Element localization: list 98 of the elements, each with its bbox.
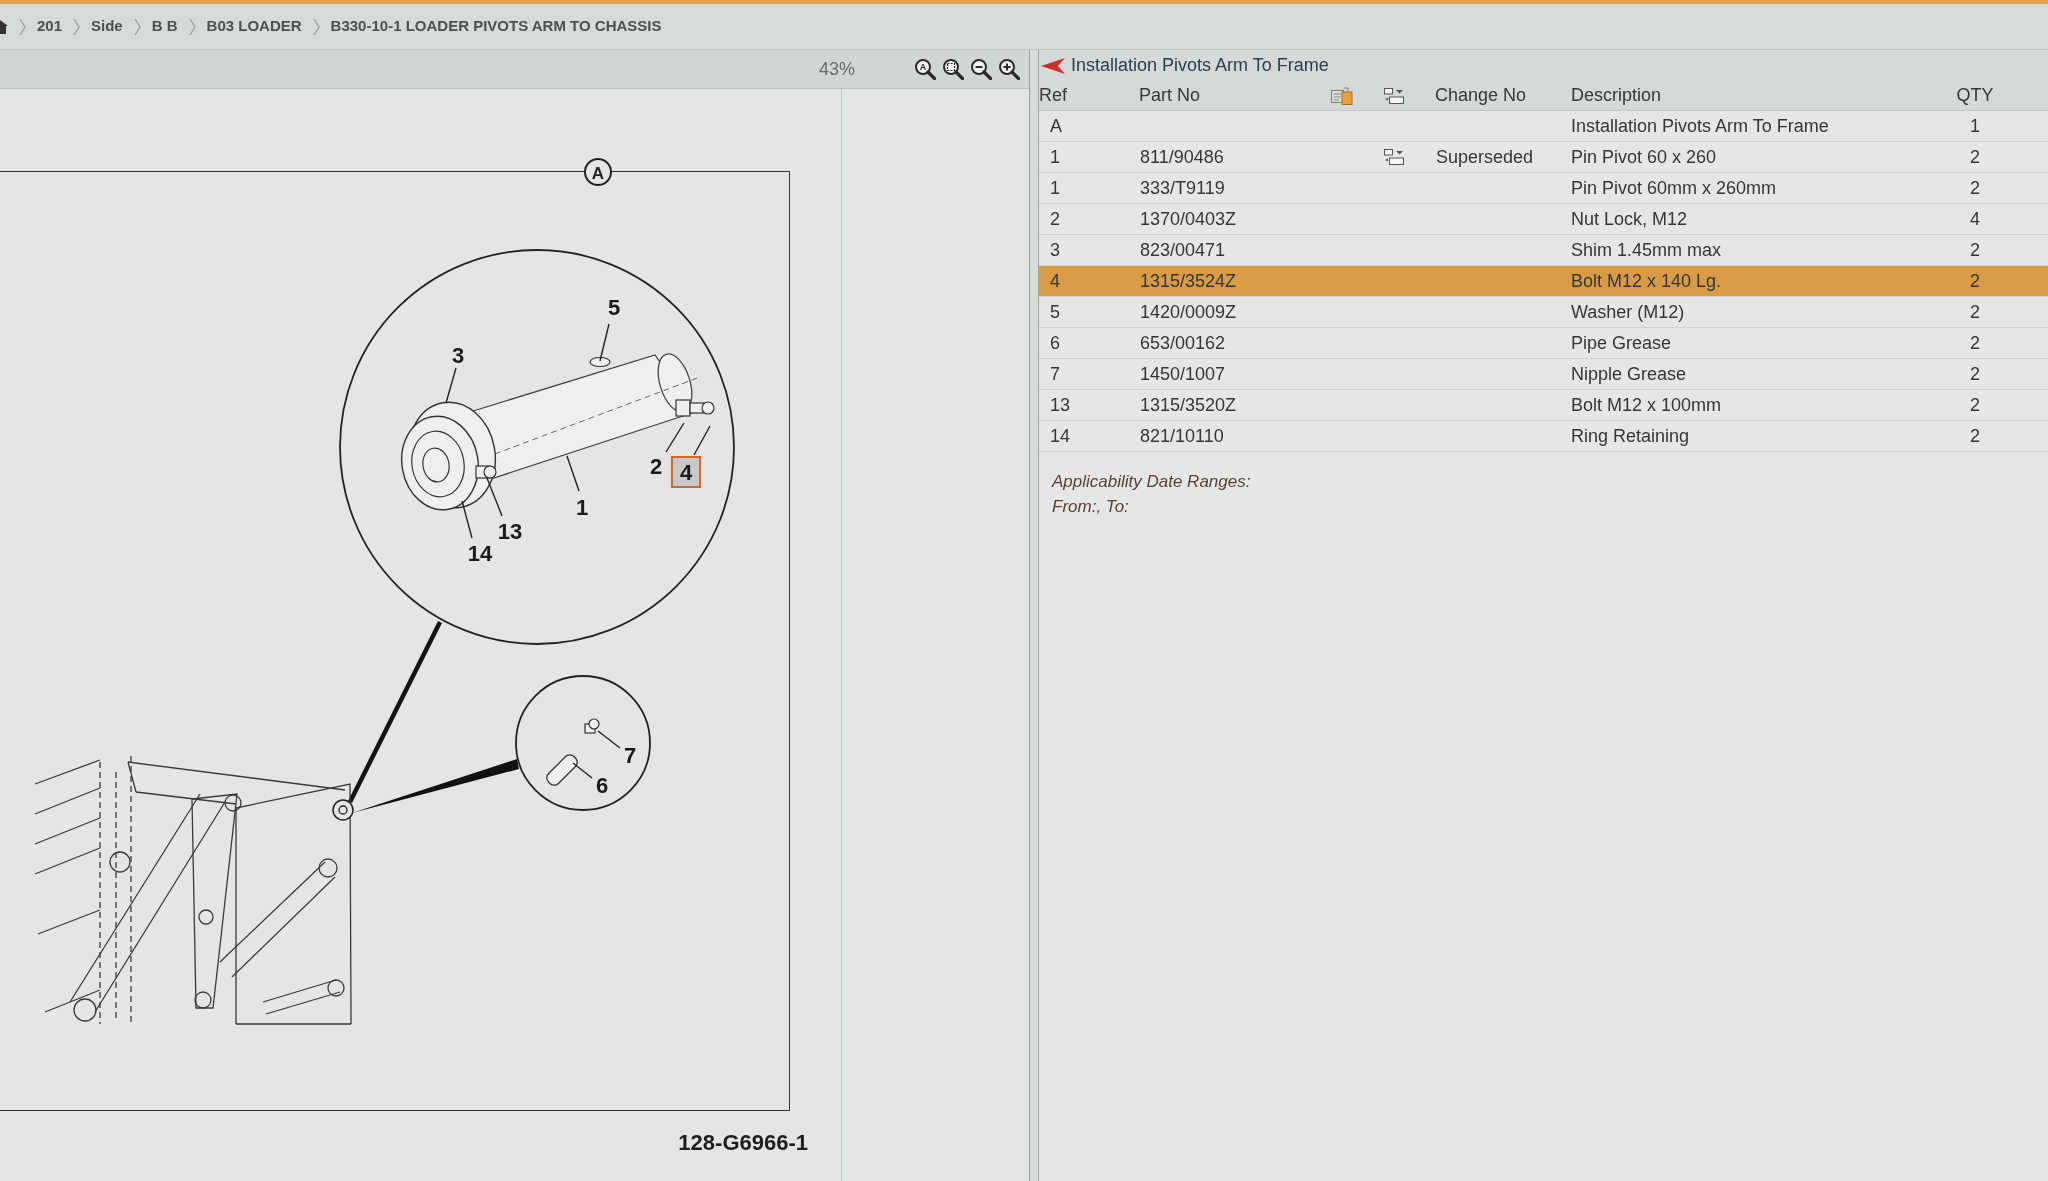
table-cell: Pipe Grease xyxy=(1571,332,1672,353)
leader-line xyxy=(445,367,457,404)
table-cell: Bolt M12 x 140 Lg. xyxy=(1571,270,1722,291)
callout-number[interactable]: 6 xyxy=(595,772,609,798)
zoom-in-icon[interactable] xyxy=(998,58,1020,80)
breadcrumb-link[interactable]: Side xyxy=(91,15,123,38)
table-cell: Shim 1.45mm max xyxy=(1571,239,1722,260)
table-row[interactable]: 4 1315/3524Z Bolt M12 x 140 Lg. 2 xyxy=(1039,266,2048,297)
table-cell: Installation Pivots Arm To Frame xyxy=(1571,115,1829,136)
table-cell-text: 2 xyxy=(1970,269,1980,293)
leader-line xyxy=(486,477,503,517)
table-cell: A xyxy=(1050,115,1062,136)
bolt xyxy=(689,401,715,415)
chevron-icon xyxy=(188,17,196,36)
leader-line xyxy=(572,762,593,779)
table-cell: 811/90486 xyxy=(1140,146,1224,167)
chevron-icon xyxy=(19,17,26,36)
table-cell: 653/00162 xyxy=(1140,332,1226,353)
callout-number[interactable]: 3 xyxy=(451,342,465,368)
table-cell: 6 xyxy=(1050,332,1060,353)
stacked-boxes-icon[interactable] xyxy=(1384,149,1404,165)
chevron-icon xyxy=(73,17,81,36)
leader-line xyxy=(566,455,580,492)
pivot-washer xyxy=(332,799,354,821)
table-cell: 14 xyxy=(1050,425,1071,446)
table-cell: 13 xyxy=(1050,394,1071,415)
table-cell-text: 2 xyxy=(1970,238,1980,262)
table-cell-text: 1 xyxy=(1970,114,1980,138)
table-cell-text: 2 xyxy=(1970,331,1980,355)
callout-number[interactable]: 1 xyxy=(575,494,589,520)
leader-line xyxy=(597,730,621,749)
table-cell: 821/10110 xyxy=(1140,425,1224,446)
chevron-icon xyxy=(133,17,141,36)
applicability-range: From:, To: xyxy=(1052,496,1130,518)
stacked-boxes-icon[interactable] xyxy=(1384,87,1404,104)
column-header[interactable]: Description xyxy=(1571,85,1662,105)
breadcrumb-link[interactable]: B330-10-1 LOADER PIVOTS ARM TO CHASSIS xyxy=(330,15,662,38)
table-cell-text: 2 xyxy=(1970,300,1980,324)
table-cell: 333/T9119 xyxy=(1140,177,1225,198)
table-cell: 1315/3524Z xyxy=(1140,270,1237,291)
zoom-reading: 43% xyxy=(818,57,855,81)
column-header[interactable]: Change No xyxy=(1435,85,1527,105)
washer xyxy=(589,356,611,368)
parts-title: Installation Pivots Arm To Frame xyxy=(1071,54,1329,77)
table-cell-text: 4 xyxy=(1970,207,1980,231)
table-cell-text: 2 xyxy=(1970,176,1980,200)
callout-number[interactable]: 5 xyxy=(607,294,621,320)
breadcrumb-link[interactable]: B B xyxy=(151,15,178,38)
table-cell: 1315/3520Z xyxy=(1140,394,1237,415)
bolt xyxy=(475,465,497,479)
chevron-icon xyxy=(312,17,320,36)
zoom-out-icon[interactable] xyxy=(970,58,992,80)
column-header[interactable]: Ref xyxy=(1039,85,1067,105)
table-cell: 2 xyxy=(1050,208,1060,229)
leader-line xyxy=(693,425,711,456)
column-header[interactable]: QTY xyxy=(1956,82,1994,109)
callout-number[interactable]: 13 xyxy=(497,518,523,544)
back-arrow-icon[interactable] xyxy=(1041,57,1065,74)
table-cell: Superseded xyxy=(1436,146,1534,167)
zoom-fit-icon[interactable] xyxy=(942,58,964,80)
table-cell: 7 xyxy=(1050,363,1060,384)
table-cell: 823/00471 xyxy=(1140,239,1226,260)
callout-number[interactable]: 7 xyxy=(623,742,637,768)
table-cell: 1420/0009Z xyxy=(1140,301,1237,322)
applicability-heading: Applicability Date Ranges: xyxy=(1052,471,1252,493)
table-cell: 1370/0403Z xyxy=(1140,208,1237,229)
document-stack-icon[interactable] xyxy=(1331,86,1353,105)
table-cell: Nut Lock, M12 xyxy=(1571,208,1688,229)
table-cell: Pin Pivot 60 x 260 xyxy=(1571,146,1717,167)
table-cell: Nipple Grease xyxy=(1571,363,1687,384)
table-cell-text: 2 xyxy=(1970,145,1980,169)
home-icon[interactable] xyxy=(0,18,8,35)
leader-line xyxy=(461,500,473,539)
column-header[interactable]: Part No xyxy=(1139,85,1201,105)
table-cell-text: 2 xyxy=(1970,362,1980,386)
table-cell: 4 xyxy=(1050,270,1060,291)
leader-line xyxy=(599,323,610,362)
table-cell: 3 xyxy=(1050,239,1060,260)
table-cell-text: 2 xyxy=(1970,393,1980,417)
leader-line xyxy=(665,422,685,453)
table-cell: Pin Pivot 60mm x 260mm xyxy=(1571,177,1777,198)
nut xyxy=(675,399,691,417)
table-cell: Bolt M12 x 100mm xyxy=(1571,394,1722,415)
grease-nipple xyxy=(584,718,600,734)
table-cell: 5 xyxy=(1050,301,1060,322)
table-cell: Ring Retaining xyxy=(1571,425,1690,446)
callout-number[interactable]: 14 xyxy=(467,540,493,566)
drawing-number: 128-G6966-1 xyxy=(678,1129,808,1157)
breadcrumb-link[interactable]: B03 LOADER xyxy=(206,15,302,38)
table-cell: 1 xyxy=(1050,177,1060,198)
callout-number[interactable]: 4 xyxy=(671,456,701,488)
table-cell: Washer (M12) xyxy=(1571,301,1685,322)
table-cell: 1450/1007 xyxy=(1140,363,1226,384)
callout-number[interactable]: 2 xyxy=(649,453,663,479)
table-cell: 1 xyxy=(1050,146,1060,167)
breadcrumb-link[interactable]: 201 xyxy=(37,15,63,38)
view-marker: A xyxy=(584,158,612,186)
table-cell-text: 2 xyxy=(1970,424,1980,448)
